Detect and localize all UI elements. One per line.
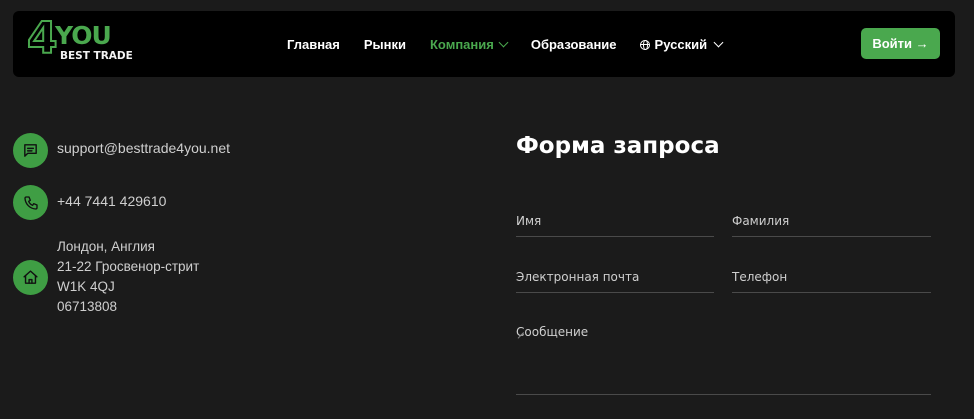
logo[interactable]: 4 YOU BEST TRADE	[26, 16, 137, 69]
email-field[interactable]: Электронная почта	[516, 270, 714, 293]
phone-field[interactable]: Телефон	[732, 270, 931, 293]
form-title: Форма запроса	[516, 133, 720, 159]
address-line: 21-22 Гросвенор-стрит	[57, 259, 200, 274]
nav-item-education-label: Образование	[530, 37, 617, 52]
contact-address: Лондон, Англия 21-22 Гросвенор-стрит W1K…	[57, 237, 199, 317]
nav-item-education[interactable]: Образование	[531, 37, 617, 52]
contact-email-row: support@besttrade4you.net	[13, 133, 230, 168]
logo-you: YOU	[55, 21, 112, 50]
nav-item-markets-label: Рынки	[363, 37, 406, 52]
logo-tagline: BEST TRADE	[60, 50, 133, 62]
message-placeholder: Сообщение	[516, 325, 589, 339]
logo-mark: 4	[26, 13, 59, 64]
nav-item-home[interactable]: Главная	[287, 37, 340, 52]
contact-phone-row: +44 7441 429610	[13, 185, 166, 220]
email-placeholder: Электронная почта	[516, 270, 640, 284]
globe-icon	[639, 39, 650, 51]
contact-email[interactable]: support@besttrade4you.net	[57, 138, 230, 158]
address-line: Лондон, Англия	[57, 239, 155, 254]
language-label: Русский	[654, 37, 708, 52]
first-name-field[interactable]: Имя	[516, 214, 714, 237]
nav-item-home-label: Главная	[287, 37, 340, 52]
main-nav: Главная Рынки Компания Образование Русск…	[287, 37, 724, 52]
home-icon	[13, 260, 48, 295]
phone-placeholder: Телефон	[732, 270, 788, 284]
phone-icon	[13, 185, 48, 220]
first-name-placeholder: Имя	[516, 214, 542, 228]
nav-item-markets[interactable]: Рынки	[364, 37, 406, 52]
nav-item-company[interactable]: Компания	[430, 37, 509, 52]
last-name-placeholder: Фамилия	[732, 214, 790, 228]
address-line: W1K 4QJ	[57, 279, 115, 294]
last-name-field[interactable]: Фамилия	[732, 214, 931, 237]
chevron-down-icon	[713, 37, 724, 48]
contact-phone[interactable]: +44 7441 429610	[57, 191, 166, 211]
nav-item-company-label: Компания	[430, 37, 494, 52]
login-button[interactable]: Войти →	[861, 28, 940, 59]
message-field[interactable]: Сообщение	[516, 325, 931, 395]
navbar: 4 YOU BEST TRADE Главная Рынки Компания …	[13, 11, 955, 77]
chat-icon	[13, 133, 48, 168]
chevron-down-icon	[498, 37, 509, 48]
resize-handle-icon[interactable]	[516, 325, 524, 333]
contact-address-row	[13, 260, 48, 295]
address-line: 06713808	[57, 299, 118, 314]
language-selector[interactable]: Русский	[639, 37, 724, 52]
